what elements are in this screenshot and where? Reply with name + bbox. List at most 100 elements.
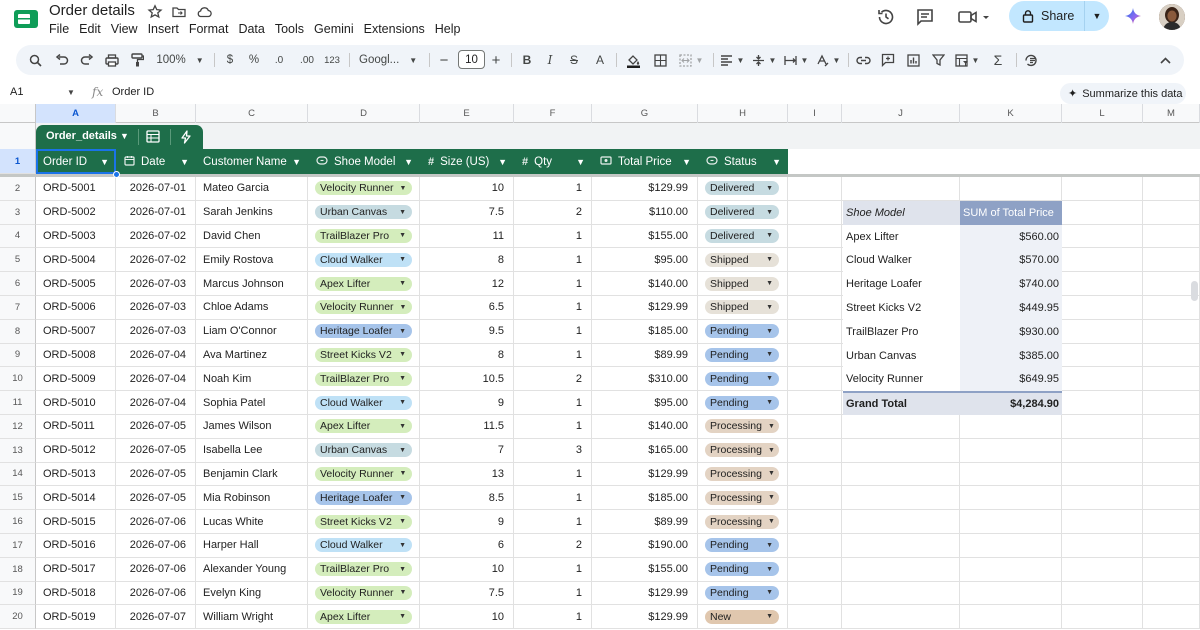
row-header-4[interactable]: 4: [0, 224, 36, 249]
chip-dropdown-icon[interactable]: ▼: [766, 613, 773, 620]
table-cell[interactable]: $129.99: [592, 296, 698, 320]
paint-format-icon[interactable]: [126, 45, 148, 75]
chip-dropdown-icon[interactable]: ▼: [766, 375, 773, 382]
table-cell[interactable]: 2026-07-04: [116, 391, 196, 415]
grid-cell[interactable]: [1143, 510, 1200, 534]
table-cell[interactable]: 6: [420, 534, 514, 558]
menu-edit[interactable]: Edit: [79, 21, 109, 37]
table-cell[interactable]: $95.00: [592, 248, 698, 273]
grid-cell[interactable]: [788, 438, 842, 463]
text-rotation-icon[interactable]: ▼: [814, 45, 842, 75]
table-cell[interactable]: $110.00: [592, 200, 698, 225]
collapse-toolbar-chevron-icon[interactable]: [1154, 45, 1176, 75]
table-header-shoe-model[interactable]: Shoe Model ▼: [308, 149, 420, 174]
table-cell[interactable]: 12: [420, 272, 514, 296]
table-cell[interactable]: 1: [514, 415, 592, 439]
name-box-caret-icon[interactable]: ▼: [67, 88, 75, 97]
grid-cell[interactable]: [1062, 534, 1143, 558]
table-cell[interactable]: $310.00: [592, 367, 698, 392]
row-header-9[interactable]: 9: [0, 343, 36, 368]
grid-cell[interactable]: [1062, 367, 1143, 392]
comments-icon[interactable]: [914, 6, 936, 28]
column-header-e[interactable]: E: [420, 104, 514, 123]
status-chip[interactable]: Processing ▼: [705, 490, 779, 505]
table-cell[interactable]: 11.5: [420, 415, 514, 439]
italic-icon[interactable]: I: [541, 45, 559, 75]
table-cell[interactable]: Pending ▼: [698, 367, 788, 392]
row-header-11[interactable]: 11: [0, 391, 36, 415]
table-cell[interactable]: TrailBlazer Pro ▼: [308, 367, 420, 392]
table-cell[interactable]: $165.00: [592, 438, 698, 463]
table-cell[interactable]: Cloud Walker ▼: [308, 391, 420, 415]
table-header-order-id[interactable]: Order ID ▼: [36, 149, 116, 174]
grid-cell[interactable]: [788, 391, 842, 415]
table-cell[interactable]: 2026-07-03: [116, 272, 196, 296]
formula-input[interactable]: Order ID: [112, 86, 154, 98]
table-cell[interactable]: 2: [514, 534, 592, 558]
table-cell[interactable]: ORD-5003: [36, 224, 116, 249]
row-header-7[interactable]: 7: [0, 296, 36, 320]
column-menu-caret-icon[interactable]: ▼: [576, 157, 585, 167]
grid-cell[interactable]: [1062, 581, 1143, 606]
grid-cell[interactable]: [960, 557, 1062, 582]
insert-link-icon[interactable]: [853, 45, 873, 75]
grid-cell[interactable]: [1062, 224, 1143, 249]
chip-dropdown-icon[interactable]: ▼: [768, 518, 775, 525]
table-cell[interactable]: Cloud Walker ▼: [308, 248, 420, 273]
table-cell[interactable]: 8: [420, 343, 514, 368]
table-cell[interactable]: Shipped ▼: [698, 248, 788, 273]
filter-views-icon[interactable]: ▼: [952, 45, 982, 75]
share-dropdown-icon[interactable]: ▼: [1085, 11, 1109, 21]
status-chip[interactable]: Pending ▼: [705, 347, 779, 362]
chip-dropdown-icon[interactable]: ▼: [768, 470, 775, 477]
shoe-model-chip[interactable]: Apex Lifter ▼: [315, 276, 412, 291]
table-cell[interactable]: Benjamin Clark: [196, 462, 308, 487]
user-avatar[interactable]: [1159, 4, 1185, 30]
row-header-13[interactable]: 13: [0, 438, 36, 463]
grid-cell[interactable]: [842, 438, 960, 463]
table-cell[interactable]: 2026-07-06: [116, 510, 196, 534]
status-chip[interactable]: Shipped ▼: [705, 276, 779, 291]
table-cell[interactable]: Shipped ▼: [698, 272, 788, 296]
chip-dropdown-icon[interactable]: ▼: [399, 447, 406, 454]
row-header-2[interactable]: 2: [0, 177, 36, 201]
grid-cell[interactable]: [1062, 415, 1143, 439]
table-header-status[interactable]: Status ▼: [698, 149, 788, 174]
table-cell[interactable]: Pending ▼: [698, 557, 788, 582]
grid-cell[interactable]: [1062, 319, 1143, 344]
grid-cell[interactable]: [842, 462, 960, 487]
column-header-a[interactable]: A: [36, 104, 116, 123]
grid-cell[interactable]: [960, 486, 1062, 511]
table-cell[interactable]: Pending ▼: [698, 534, 788, 558]
table-cell[interactable]: 13: [420, 462, 514, 487]
table-cell[interactable]: Pending ▼: [698, 319, 788, 344]
chip-dropdown-icon[interactable]: ▼: [399, 280, 406, 287]
table-cell[interactable]: 2026-07-06: [116, 581, 196, 606]
chip-dropdown-icon[interactable]: ▼: [400, 470, 407, 477]
grid-cell[interactable]: [960, 438, 1062, 463]
chip-dropdown-icon[interactable]: ▼: [399, 542, 406, 549]
shoe-model-chip[interactable]: Heritage Loafer ▼: [315, 490, 412, 505]
functions-sigma-icon[interactable]: Σ: [988, 45, 1008, 75]
table-cell[interactable]: ORD-5005: [36, 272, 116, 296]
column-menu-caret-icon[interactable]: ▼: [180, 157, 189, 167]
shoe-model-chip[interactable]: Velocity Runner ▼: [315, 300, 412, 315]
table-cell[interactable]: 2026-07-02: [116, 248, 196, 273]
table-cell[interactable]: $190.00: [592, 534, 698, 558]
horizontal-align-icon[interactable]: ▼: [718, 45, 746, 75]
table-cell[interactable]: 1: [514, 510, 592, 534]
grid-cell[interactable]: [1062, 510, 1143, 534]
table-cell[interactable]: ORD-5012: [36, 438, 116, 463]
table-cell[interactable]: 3: [514, 438, 592, 463]
table-cell[interactable]: Street Kicks V2 ▼: [308, 343, 420, 368]
table-cell[interactable]: Delivered ▼: [698, 200, 788, 225]
grid-cell[interactable]: [788, 415, 842, 439]
table-cell[interactable]: $129.99: [592, 462, 698, 487]
grid-cell[interactable]: [788, 296, 842, 320]
table-cell[interactable]: 2026-07-05: [116, 438, 196, 463]
borders-icon[interactable]: [650, 45, 670, 75]
table-cell[interactable]: 2026-07-01: [116, 177, 196, 201]
column-header-i[interactable]: I: [788, 104, 842, 123]
undo-icon[interactable]: [51, 45, 73, 75]
column-header-l[interactable]: L: [1062, 104, 1143, 123]
